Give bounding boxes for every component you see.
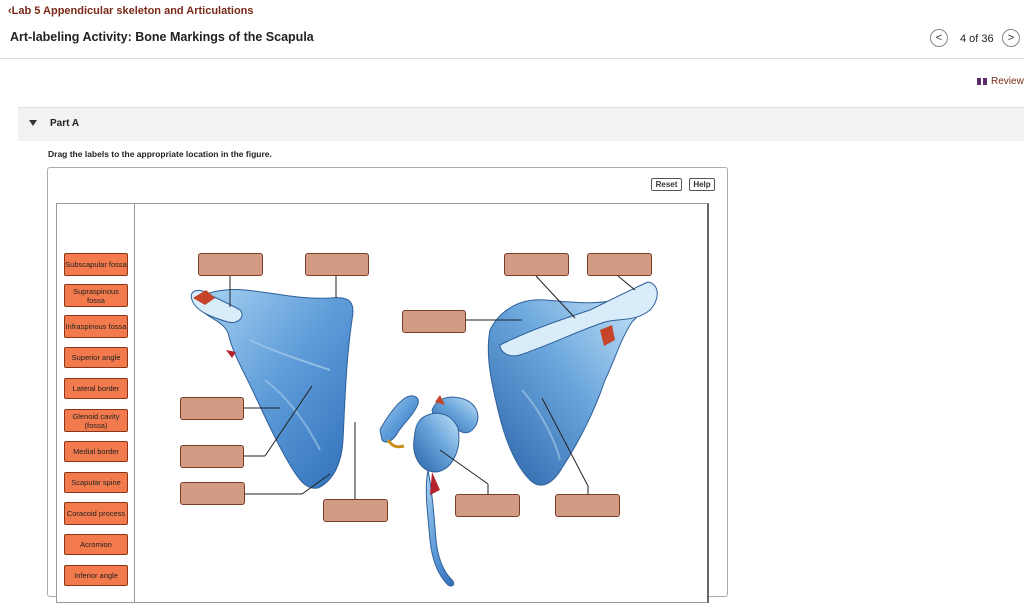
drop-target-11[interactable] — [555, 494, 620, 517]
drop-target-7[interactable] — [180, 445, 244, 468]
drop-target-8[interactable] — [180, 482, 245, 505]
drop-target-4[interactable] — [587, 253, 652, 276]
label-acromion[interactable]: Acromion — [64, 534, 128, 555]
label-coracoid-process[interactable]: Coracoid process — [64, 502, 128, 525]
label-infraspinous-fossa[interactable]: Infraspinous fossa — [64, 315, 128, 338]
drop-target-2[interactable] — [305, 253, 369, 276]
label-superior-angle[interactable]: Superior angle — [64, 347, 128, 368]
scapula-lateral-view — [379, 395, 479, 587]
label-medial-border[interactable]: Medial border — [64, 441, 128, 462]
label-lateral-border[interactable]: Lateral border — [64, 378, 128, 399]
drop-target-1[interactable] — [198, 253, 263, 276]
label-subscapular-fossa[interactable]: Subscapular fossa — [64, 253, 128, 276]
drop-target-5[interactable] — [402, 310, 466, 333]
label-scapular-spine[interactable]: Scapular spine — [64, 472, 128, 493]
drop-target-3[interactable] — [504, 253, 569, 276]
drop-target-6[interactable] — [180, 397, 244, 420]
label-inferior-angle[interactable]: Inferior angle — [64, 565, 128, 586]
label-glenoid-cavity[interactable]: Glenoid cavity (fossa) — [64, 409, 128, 432]
drop-target-9[interactable] — [323, 499, 388, 522]
drop-target-10[interactable] — [455, 494, 520, 517]
scapula-posterior-view — [487, 281, 658, 486]
label-supraspinous-fossa[interactable]: Supraspinous fossa — [64, 284, 128, 307]
